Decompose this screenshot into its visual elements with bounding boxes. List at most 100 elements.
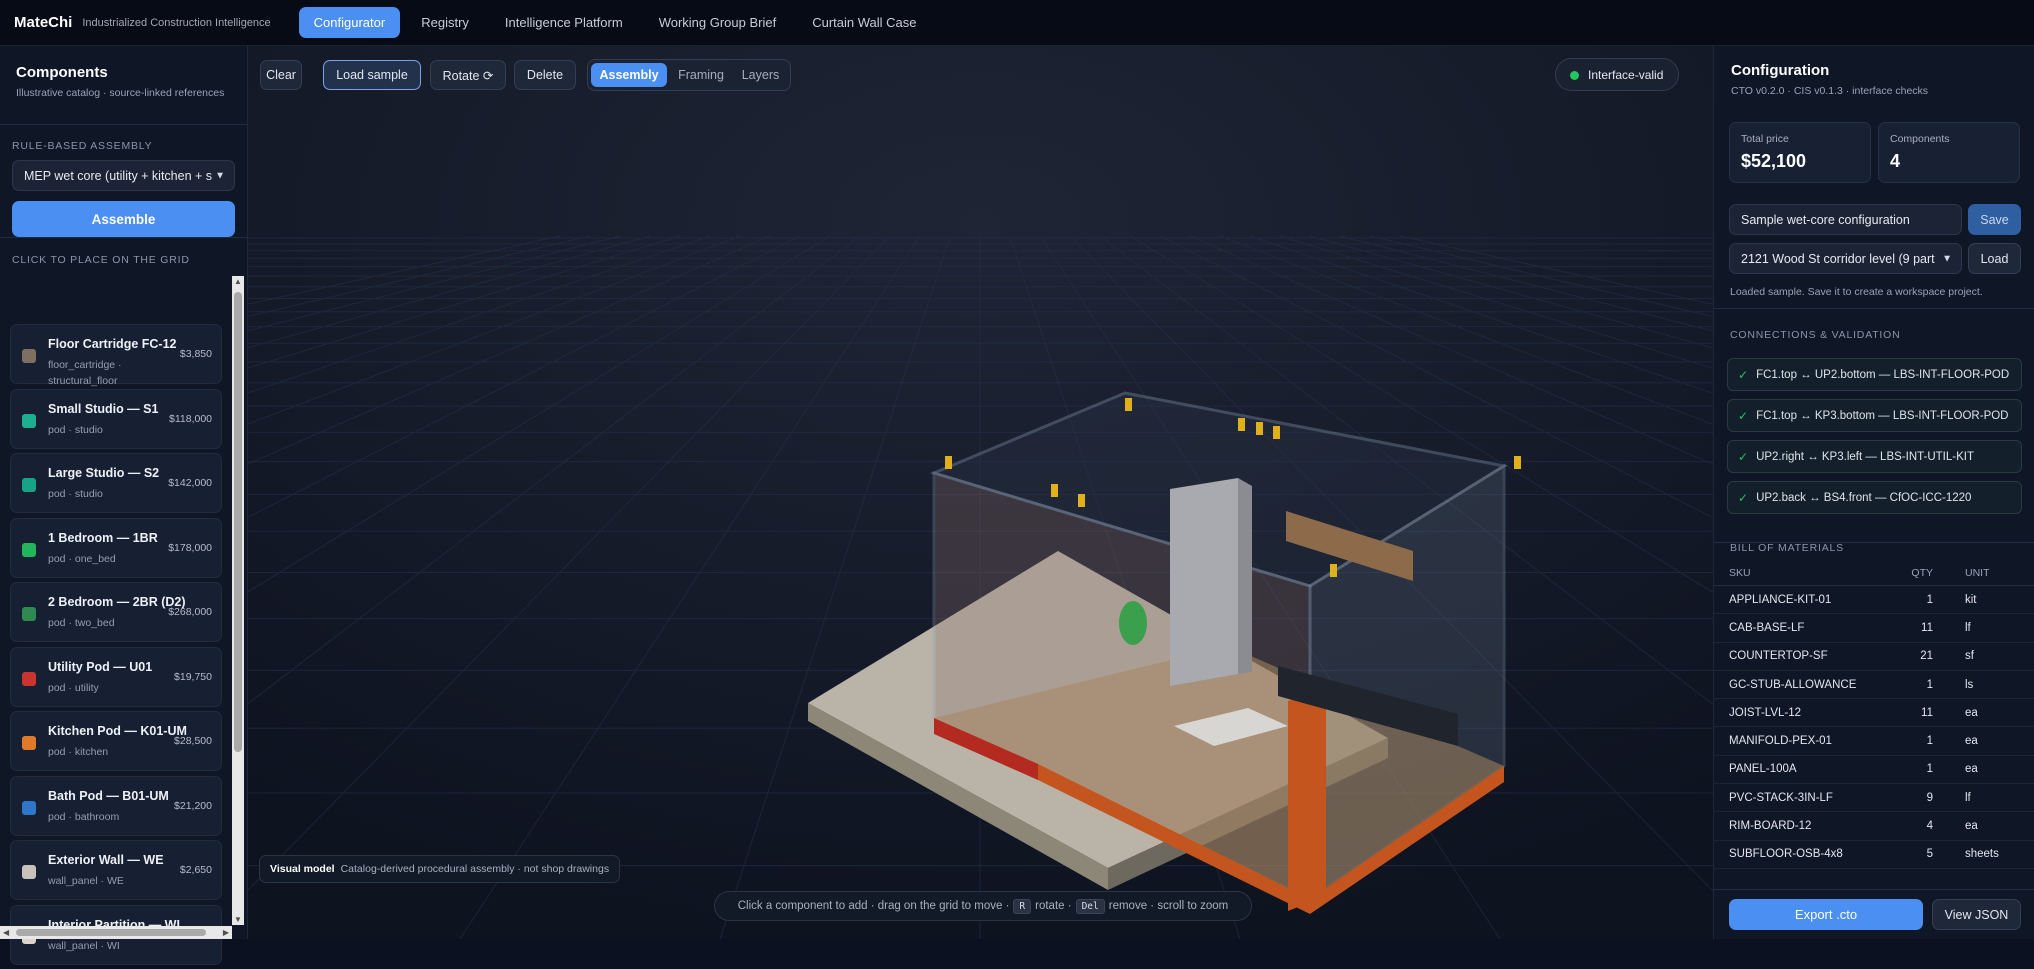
- save-button[interactable]: Save: [1968, 204, 2021, 235]
- component-card[interactable]: Kitchen Pod — K01-UM pod · kitchen $28,500: [10, 711, 222, 771]
- bom-unit: ls: [1965, 678, 1974, 691]
- bom-header-unit: UNIT: [1965, 566, 1990, 579]
- bom-sku: PANEL-100A: [1729, 763, 1797, 776]
- component-meta: pod · studio: [48, 423, 103, 436]
- bom-qty: 21: [1920, 650, 1933, 663]
- bom-qty: 1: [1926, 678, 1933, 691]
- export-cto-button[interactable]: Export .cto: [1729, 899, 1923, 930]
- load-button[interactable]: Load: [1968, 243, 2021, 274]
- configuration-name-input[interactable]: Sample wet-core configuration: [1729, 204, 1962, 235]
- component-meta: wall_panel · WI: [48, 939, 120, 952]
- bom-rows: APPLIANCE-KIT-01 1 kit CAB-BASE-LF 11 lf COUNT…: [1714, 586, 2034, 869]
- scroll-up-icon[interactable]: ▲: [234, 277, 242, 286]
- mode-assembly[interactable]: Assembly: [591, 63, 667, 87]
- delete-button[interactable]: Delete: [514, 60, 576, 90]
- component-card[interactable]: Large Studio — S2 pod · studio $142,000: [10, 453, 222, 513]
- status-dot-icon: [1570, 71, 1579, 80]
- tab-configurator[interactable]: Configurator: [298, 7, 401, 38]
- connection-text: FC1.top ↔ KP3.bottom — LBS-INT-FLOOR-POD: [1756, 409, 2009, 422]
- hint-text: remove · scroll to zoom: [1108, 900, 1229, 912]
- bom-header-row: SKU QTY UNIT: [1714, 560, 2034, 586]
- bom-unit: lf: [1965, 791, 1971, 804]
- rule-assembly-label: RULE-BASED ASSEMBLY: [12, 140, 153, 152]
- bom-qty: 5: [1926, 848, 1933, 861]
- check-icon: ✓: [1738, 408, 1749, 423]
- project-select[interactable]: 2121 Wood St corridor level (9 part ▼: [1729, 243, 1962, 274]
- scroll-thumb[interactable]: [234, 292, 242, 752]
- component-card[interactable]: Exterior Wall — WE wall_panel · WE $2,650: [10, 840, 222, 900]
- mode-framing[interactable]: Framing: [669, 63, 733, 87]
- connector-post: [1514, 456, 1521, 469]
- connections-label: CONNECTIONS & VALIDATION: [1730, 329, 1901, 341]
- status-text: Interface-valid: [1588, 67, 1664, 82]
- bom-qty: 11: [1921, 706, 1933, 719]
- connection-text: UP2.back ↔ BS4.front — CfOC-ICC-1220: [1756, 491, 1972, 504]
- component-meta: pod · utility: [48, 681, 99, 694]
- component-name: Bath Pod — B01-UM: [48, 788, 169, 803]
- vertical-scrollbar[interactable]: ▲ ▼: [232, 276, 244, 925]
- component-price: $19,750: [174, 670, 212, 683]
- horizontal-scrollbar[interactable]: ◀ ▶: [0, 926, 232, 939]
- divider: [0, 124, 248, 125]
- component-price: $3,850: [179, 348, 212, 360]
- component-card[interactable]: Utility Pod — U01 pod · utility $19,750: [10, 646, 222, 707]
- configuration-panel: Configuration CTO v0.2.0 · CIS v0.1.3 · …: [1713, 46, 2034, 939]
- panel-footer: Export .cto View JSON: [1714, 889, 2034, 939]
- bom-row: SUBFLOOR-OSB-4x8 5 sheets: [1714, 841, 2034, 869]
- view-json-button[interactable]: View JSON: [1932, 899, 2021, 930]
- component-meta: pod · studio: [48, 488, 103, 500]
- view-mode-switch: Assembly Framing Layers: [587, 59, 791, 91]
- component-price: $142,000: [168, 477, 212, 489]
- components-count-label: Components: [1890, 133, 1950, 145]
- components-panel: Components Illustrative catalog · source…: [0, 46, 248, 965]
- component-price: $2,650: [179, 864, 212, 876]
- load-sample-button[interactable]: Load sample: [323, 60, 421, 90]
- component-card[interactable]: Floor Cartridge FC-12 floor_cartridge · s…: [10, 324, 222, 387]
- assemble-button[interactable]: Assemble: [12, 201, 235, 237]
- interface-valid-badge: Interface-valid: [1555, 58, 1679, 91]
- component-card[interactable]: 1 Bedroom — 1BR pod · one_bed $178,000: [10, 517, 222, 578]
- scroll-thumb[interactable]: [16, 929, 206, 936]
- project-select-value: 2121 Wood St corridor level (9 part: [1741, 251, 1935, 266]
- configuration-subtitle: CTO v0.2.0 · CIS v0.1.3 · interface chec…: [1731, 85, 1929, 97]
- scene-canvas[interactable]: [248, 46, 1713, 939]
- tab-working-group-brief[interactable]: Working Group Brief: [644, 7, 792, 38]
- clear-button[interactable]: Clear: [260, 60, 302, 90]
- bom-row: PVC-STACK-3IN-LF 9 lf: [1714, 784, 2034, 813]
- top-nav-bar: MateChi Industrialized Construction Inte…: [0, 0, 2034, 46]
- bom-label: BILL OF MATERIALS: [1730, 542, 1844, 554]
- scroll-down-icon[interactable]: ▼: [234, 915, 242, 924]
- bom-header-sku: SKU: [1729, 566, 1751, 579]
- connection-item: ✓ FC1.top ↔ KP3.bottom — LBS-INT-FLOOR-PO…: [1727, 399, 2022, 432]
- scroll-left-icon[interactable]: ◀: [3, 928, 9, 937]
- total-price-card: Total price $52,100: [1729, 122, 1871, 183]
- connection-item: ✓ FC1.top ↔ UP2.bottom — LBS-INT-FLOOR-PO…: [1727, 358, 2022, 391]
- mode-layers[interactable]: Layers: [733, 63, 788, 87]
- component-meta: pod · two_bed: [48, 617, 115, 629]
- tab-curtain-wall-case[interactable]: Curtain Wall Case: [797, 7, 931, 38]
- tab-registry[interactable]: Registry: [406, 7, 484, 38]
- bom-qty: 1: [1926, 593, 1933, 606]
- connector-post: [1051, 484, 1058, 497]
- component-meta: pod · one_bed: [48, 552, 116, 565]
- 3d-viewport[interactable]: Clear Load sample Rotate ⟳ Delete Assemb…: [248, 46, 1713, 939]
- bom-sku: COUNTERTOP-SF: [1729, 650, 1828, 663]
- chevron-down-icon: ▼: [212, 170, 225, 181]
- bom-unit: ea: [1965, 735, 1978, 748]
- scroll-right-icon[interactable]: ▶: [223, 928, 229, 937]
- component-name: Kitchen Pod — K01-UM: [48, 724, 187, 738]
- component-card[interactable]: Bath Pod — B01-UM pod · bathroom $21,200: [10, 775, 222, 836]
- rule-assembly-select[interactable]: MEP wet core (utility + kitchen + s ▼: [12, 160, 235, 191]
- tab-intelligence-platform[interactable]: Intelligence Platform: [490, 7, 638, 38]
- door-panel: [1288, 688, 1326, 911]
- brand-logo[interactable]: MateChi: [14, 14, 72, 31]
- component-card[interactable]: Small Studio — S1 pod · studio $118,000: [10, 388, 222, 449]
- place-on-grid-label: CLICK TO PLACE ON THE GRID: [12, 254, 190, 266]
- rotate-button[interactable]: Rotate ⟳: [430, 60, 506, 90]
- component-name: 1 Bedroom — 1BR: [48, 530, 158, 545]
- check-icon: ✓: [1738, 367, 1749, 382]
- component-card[interactable]: 2 Bedroom — 2BR (D2) pod · two_bed $268,00…: [10, 582, 222, 642]
- divider: [0, 237, 248, 238]
- load-note: Loaded sample. Save it to create a works…: [1730, 286, 1983, 298]
- connector-post: [1330, 564, 1337, 577]
